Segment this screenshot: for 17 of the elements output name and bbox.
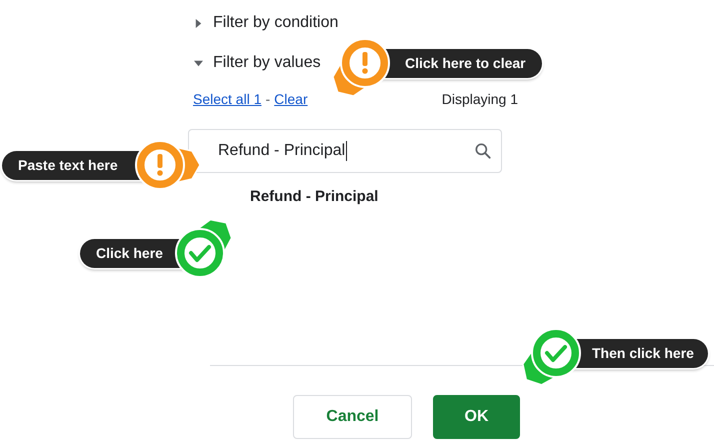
displaying-count: Displaying 1 — [442, 90, 518, 109]
value-item[interactable]: Refund - Principal — [250, 187, 714, 207]
check-marker-icon — [522, 328, 581, 386]
caret-right-icon[interactable] — [194, 18, 203, 28]
warning-marker-icon — [135, 140, 201, 190]
section-heading[interactable]: Filter by condition — [213, 11, 338, 35]
select-all-link[interactable]: Select all 1 — [193, 89, 262, 109]
search-icon[interactable] — [473, 141, 493, 161]
cancel-button[interactable]: Cancel — [293, 395, 412, 439]
check-marker-icon — [175, 218, 232, 278]
search-field[interactable]: Refund - Principal — [188, 129, 502, 173]
link-separator: - — [265, 90, 270, 109]
caret-down-icon[interactable] — [194, 58, 203, 68]
ok-button[interactable]: OK — [433, 395, 520, 439]
warning-marker-icon — [332, 38, 390, 97]
clear-link[interactable]: Clear — [274, 89, 308, 109]
section-heading[interactable]: Filter by values — [213, 51, 321, 75]
